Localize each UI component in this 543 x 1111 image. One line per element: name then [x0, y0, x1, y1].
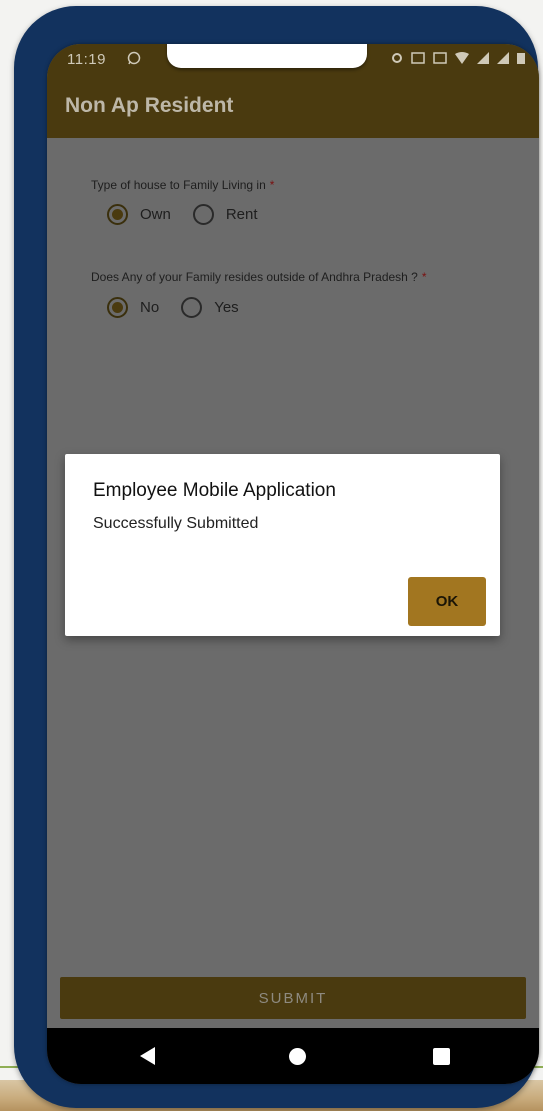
- sim-icon: [433, 52, 447, 67]
- ok-button[interactable]: OK: [408, 577, 486, 626]
- whatsapp-icon: [127, 51, 141, 68]
- dialog-title: Employee Mobile Application: [93, 480, 336, 501]
- radio-rent-label[interactable]: Rent: [226, 206, 258, 223]
- question-house-type-text: Type of house to Family Living in: [91, 178, 266, 192]
- page-title: Non Ap Resident: [65, 94, 234, 117]
- signal-icon: [477, 52, 489, 67]
- question-family-outside: Does Any of your Family resides outside …: [91, 270, 427, 284]
- home-icon[interactable]: [289, 1048, 306, 1065]
- house-type-radio-group: Own Rent: [107, 204, 280, 225]
- radio-yes-label[interactable]: Yes: [214, 299, 238, 316]
- required-mark: *: [269, 178, 275, 192]
- radio-no-label[interactable]: No: [140, 299, 159, 316]
- submit-button[interactable]: SUBMIT: [60, 977, 526, 1019]
- signal-icon: [497, 52, 509, 67]
- status-icons: [391, 52, 525, 67]
- radio-own[interactable]: [107, 204, 128, 225]
- system-nav-bar: [47, 1028, 539, 1084]
- camera-notch: [167, 44, 367, 68]
- battery-icon: [517, 52, 525, 67]
- radio-own-label[interactable]: Own: [140, 206, 171, 223]
- radio-no[interactable]: [107, 297, 128, 318]
- family-outside-radio-group: No Yes: [107, 297, 261, 318]
- app-bar: Non Ap Resident: [47, 76, 539, 138]
- radio-rent[interactable]: [192, 204, 214, 225]
- status-bar: 11:19: [47, 44, 539, 76]
- alert-dialog: Employee Mobile Application Successfully…: [65, 454, 500, 636]
- recents-icon[interactable]: [433, 1048, 450, 1065]
- dialog-message: Successfully Submitted: [93, 515, 259, 532]
- vpn-icon: [391, 52, 403, 67]
- back-icon[interactable]: [140, 1047, 155, 1065]
- status-time: 11:19: [67, 51, 106, 68]
- sim-icon: [411, 52, 425, 67]
- question-family-outside-text: Does Any of your Family resides outside …: [91, 270, 418, 284]
- radio-yes[interactable]: [181, 297, 203, 318]
- question-house-type: Type of house to Family Living in *: [91, 178, 274, 192]
- required-mark: *: [421, 270, 427, 284]
- wifi-icon: [455, 52, 469, 67]
